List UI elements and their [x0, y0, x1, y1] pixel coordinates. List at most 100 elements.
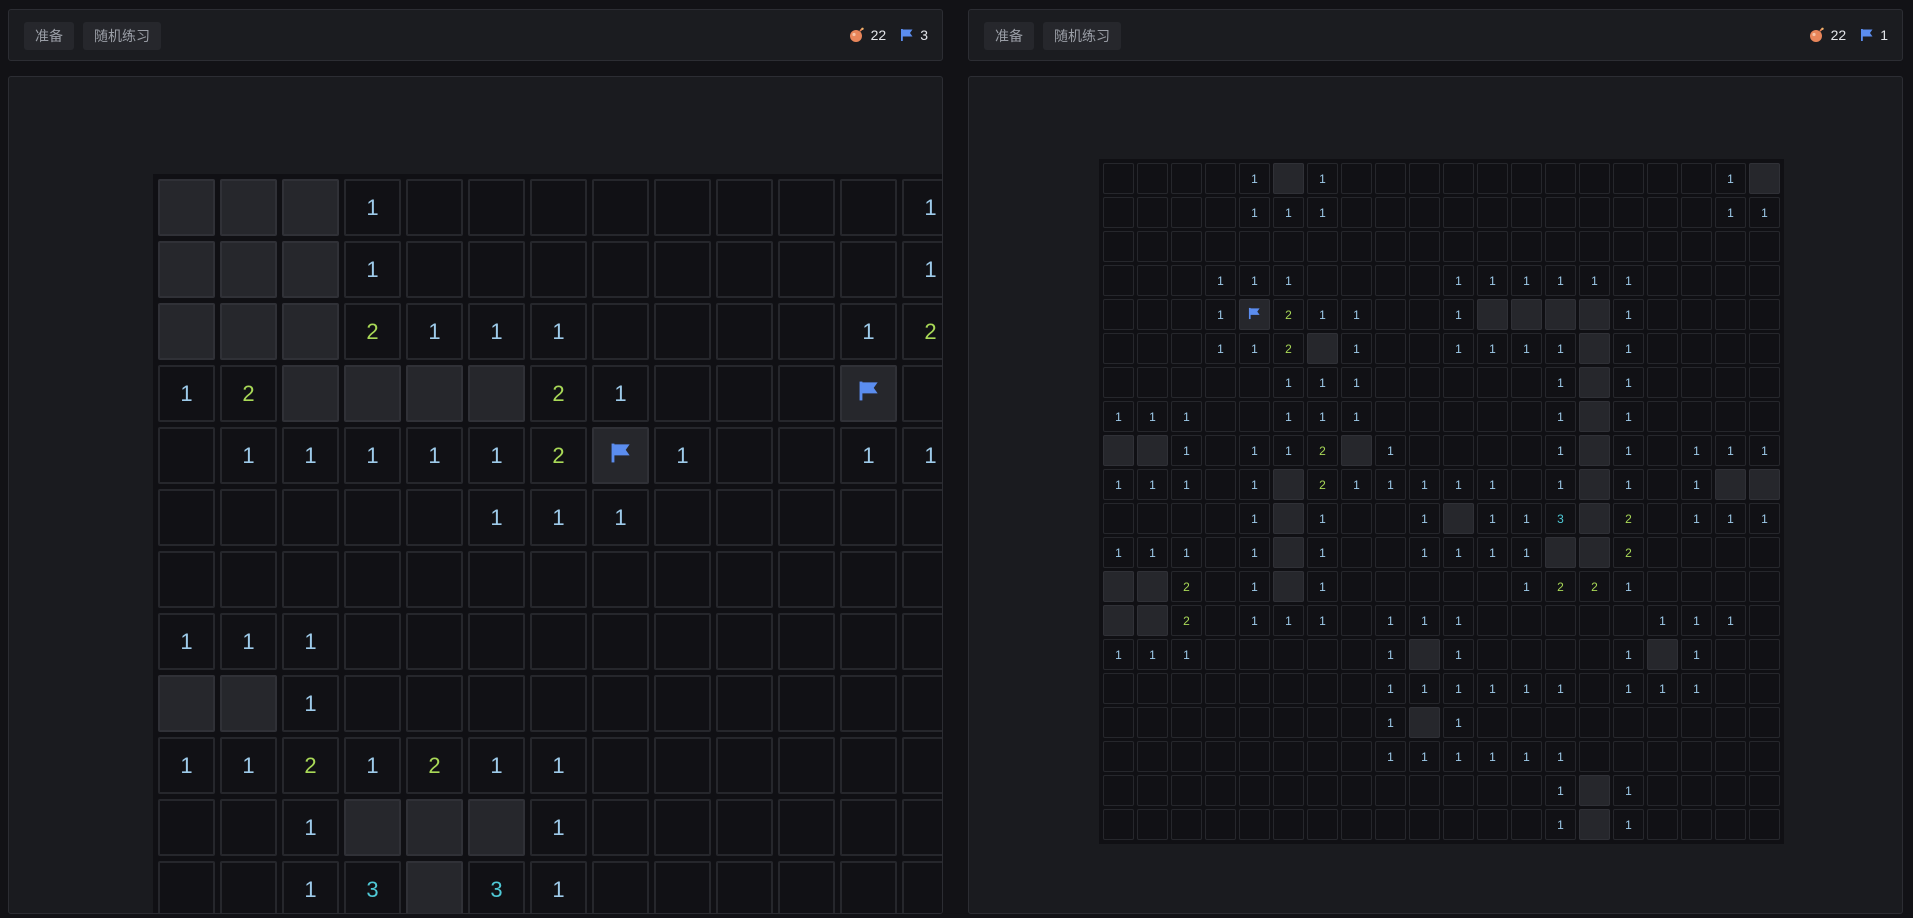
cell-empty[interactable] [592, 551, 649, 608]
cell-number[interactable]: 1 [1715, 605, 1746, 636]
cell-number[interactable]: 1 [1137, 537, 1168, 568]
cell-empty[interactable] [1375, 401, 1406, 432]
cell-unopened[interactable] [1409, 707, 1440, 738]
cell-empty[interactable] [1341, 707, 1372, 738]
cell-unopened[interactable] [1273, 469, 1304, 500]
cell-number[interactable]: 1 [1239, 469, 1270, 500]
cell-empty[interactable] [1341, 605, 1372, 636]
cell-empty[interactable] [1681, 571, 1712, 602]
cell-number[interactable]: 1 [1239, 605, 1270, 636]
cell-unopened[interactable] [1579, 333, 1610, 364]
cell-empty[interactable] [1375, 265, 1406, 296]
cell-empty[interactable] [902, 613, 942, 670]
cell-empty[interactable] [1137, 197, 1168, 228]
cell-number[interactable]: 1 [1307, 503, 1338, 534]
cell-number[interactable]: 1 [1613, 401, 1644, 432]
cell-empty[interactable] [1715, 231, 1746, 262]
cell-empty[interactable] [1205, 673, 1236, 704]
cell-empty[interactable] [840, 241, 897, 298]
cell-empty[interactable] [1477, 163, 1508, 194]
cell-number[interactable]: 1 [1545, 435, 1576, 466]
cell-number[interactable]: 1 [1137, 401, 1168, 432]
cell-empty[interactable] [1715, 401, 1746, 432]
cell-unopened[interactable] [158, 179, 215, 236]
cell-number[interactable]: 1 [282, 861, 339, 913]
cell-unopened[interactable] [1307, 333, 1338, 364]
cell-number[interactable]: 1 [1409, 503, 1440, 534]
cell-unopened[interactable] [282, 365, 339, 422]
cell-empty[interactable] [344, 675, 401, 732]
cell-number[interactable]: 1 [1273, 605, 1304, 636]
cell-empty[interactable] [1409, 265, 1440, 296]
cell-empty[interactable] [654, 365, 711, 422]
cell-empty[interactable] [1511, 639, 1542, 670]
cell-empty[interactable] [1103, 163, 1134, 194]
cell-number[interactable]: 1 [158, 365, 215, 422]
cell-empty[interactable] [1205, 503, 1236, 534]
cell-empty[interactable] [1239, 231, 1270, 262]
cell-number[interactable]: 1 [1273, 401, 1304, 432]
cell-number[interactable]: 2 [344, 303, 401, 360]
cell-empty[interactable] [1137, 163, 1168, 194]
cell-unopened[interactable] [1647, 639, 1678, 670]
cell-empty[interactable] [1171, 503, 1202, 534]
cell-unopened[interactable] [1579, 537, 1610, 568]
cell-empty[interactable] [1273, 673, 1304, 704]
cell-number[interactable]: 1 [1341, 299, 1372, 330]
cell-unopened[interactable] [344, 799, 401, 856]
cell-empty[interactable] [1375, 367, 1406, 398]
cell-empty[interactable] [1511, 605, 1542, 636]
cell-empty[interactable] [1239, 639, 1270, 670]
cell-empty[interactable] [1205, 435, 1236, 466]
cell-empty[interactable] [778, 489, 835, 546]
cell-number[interactable]: 1 [1409, 673, 1440, 704]
cell-empty[interactable] [1477, 367, 1508, 398]
cell-empty[interactable] [1749, 299, 1780, 330]
cell-empty[interactable] [1613, 707, 1644, 738]
cell-empty[interactable] [1375, 231, 1406, 262]
cell-empty[interactable] [592, 675, 649, 732]
cell-empty[interactable] [1545, 197, 1576, 228]
cell-number[interactable]: 1 [1375, 605, 1406, 636]
cell-number[interactable]: 1 [1511, 265, 1542, 296]
cell-empty[interactable] [1443, 775, 1474, 806]
cell-empty[interactable] [1171, 367, 1202, 398]
cell-empty[interactable] [1749, 809, 1780, 840]
cell-empty[interactable] [220, 489, 277, 546]
cell-empty[interactable] [530, 179, 587, 236]
cell-number[interactable]: 1 [1545, 809, 1576, 840]
cell-number[interactable]: 1 [1511, 333, 1542, 364]
cell-number[interactable]: 1 [1205, 299, 1236, 330]
cell-number[interactable]: 1 [1613, 775, 1644, 806]
cell-empty[interactable] [1681, 775, 1712, 806]
cell-empty[interactable] [1103, 809, 1134, 840]
cell-empty[interactable] [1443, 367, 1474, 398]
cell-empty[interactable] [344, 613, 401, 670]
cell-number[interactable]: 1 [1443, 605, 1474, 636]
cell-empty[interactable] [1307, 231, 1338, 262]
cell-empty[interactable] [716, 241, 773, 298]
cell-number[interactable]: 1 [282, 799, 339, 856]
cell-empty[interactable] [1205, 401, 1236, 432]
cell-empty[interactable] [902, 489, 942, 546]
cell-empty[interactable] [902, 551, 942, 608]
cell-number[interactable]: 1 [220, 613, 277, 670]
cell-empty[interactable] [1137, 775, 1168, 806]
cell-empty[interactable] [1273, 231, 1304, 262]
cell-empty[interactable] [1137, 299, 1168, 330]
cell-number[interactable]: 1 [1443, 265, 1474, 296]
cell-empty[interactable] [1647, 231, 1678, 262]
cell-number[interactable]: 1 [1205, 265, 1236, 296]
cell-number[interactable]: 2 [1545, 571, 1576, 602]
cell-unopened[interactable] [1579, 503, 1610, 534]
cell-empty[interactable] [1647, 333, 1678, 364]
cell-number[interactable]: 1 [1749, 197, 1780, 228]
cell-empty[interactable] [840, 551, 897, 608]
cell-empty[interactable] [1171, 197, 1202, 228]
cell-empty[interactable] [1715, 537, 1746, 568]
cell-empty[interactable] [1205, 775, 1236, 806]
ready-button[interactable]: 准备 [24, 22, 74, 50]
cell-empty[interactable] [1443, 231, 1474, 262]
cell-empty[interactable] [1477, 639, 1508, 670]
cell-empty[interactable] [406, 179, 463, 236]
